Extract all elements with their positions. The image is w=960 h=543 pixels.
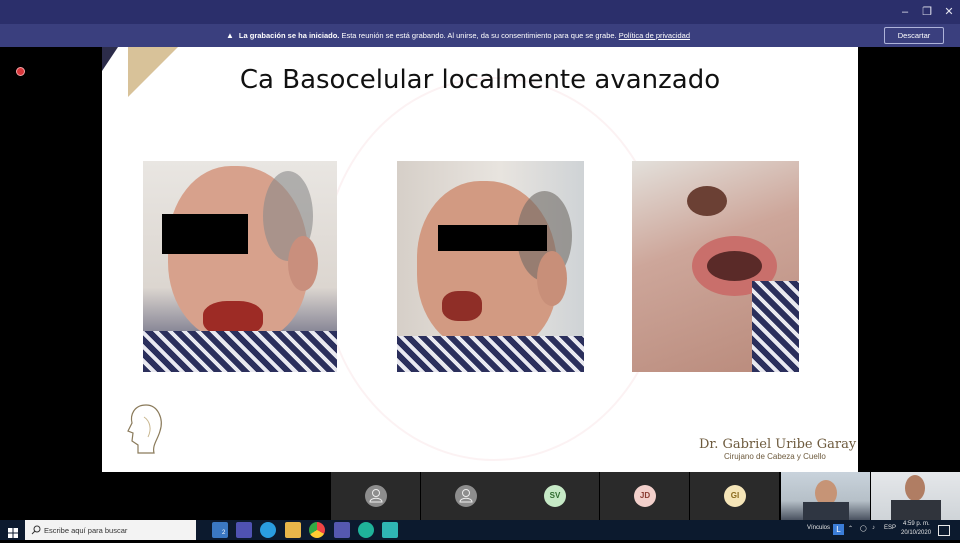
notifications-icon[interactable] <box>938 525 950 536</box>
teams-active-icon[interactable] <box>334 522 350 538</box>
participant-video[interactable] <box>781 472 870 520</box>
file-explorer-icon[interactable] <box>285 522 301 538</box>
windows-start-icon[interactable] <box>8 525 18 538</box>
l-app-icon[interactable]: L <box>833 524 844 535</box>
participant-tile[interactable]: SV <box>510 472 599 520</box>
mail-icon[interactable] <box>212 522 228 538</box>
app-icon-2[interactable] <box>382 522 398 538</box>
volume-icon[interactable]: ♪ <box>872 525 875 531</box>
slide-title: Ca Basocelular localmente avanzado <box>239 65 721 95</box>
person-icon <box>365 485 387 507</box>
censor-bar <box>162 214 248 254</box>
participant-tile[interactable] <box>421 472 510 520</box>
participant-avatar: SV <box>544 485 566 507</box>
signature-name: Dr. Gabriel Uribe Garay <box>699 437 857 452</box>
participant-video[interactable] <box>871 472 960 520</box>
close-icon[interactable]: ✕ <box>939 4 959 20</box>
chrome-icon[interactable] <box>309 522 325 538</box>
recording-indicator-icon <box>16 67 25 76</box>
participant-tile[interactable] <box>331 472 420 520</box>
teams-icon[interactable] <box>236 522 252 538</box>
search-placeholder: Escribe aquí para buscar <box>44 526 128 535</box>
presentation-slide: Ca Basocelular localmente avanzado Dr. G… <box>102 47 858 472</box>
privacy-policy-link[interactable]: Política de privacidad <box>619 31 690 40</box>
restore-icon[interactable]: ❐ <box>917 4 937 20</box>
participant-avatar: JD <box>634 485 656 507</box>
recording-started-text: La grabación se ha iniciado. <box>238 31 340 40</box>
head-profile-logo-icon <box>127 404 162 454</box>
app-icon[interactable] <box>358 522 374 538</box>
search-icon <box>31 525 41 535</box>
dismiss-button[interactable]: Descartar <box>884 27 944 44</box>
signature-subtitle: Cirujano de Cabeza y Cuello <box>724 452 826 461</box>
person-icon <box>455 485 477 507</box>
language-indicator[interactable]: ESP <box>884 525 896 531</box>
participant-avatar: GI <box>724 485 746 507</box>
clock-date[interactable]: 20/10/2020 <box>901 530 931 536</box>
recording-consent-text: Esta reunión se está grabando. Al unirse… <box>339 31 619 40</box>
patient-photo-left-profile <box>143 161 337 372</box>
participant-tile[interactable]: GI <box>690 472 779 520</box>
censor-bar <box>438 225 547 251</box>
links-label[interactable]: Vínculos <box>807 525 830 531</box>
minimize-icon[interactable]: – <box>895 4 915 20</box>
clock-time[interactable]: 4:59 p. m. <box>903 521 930 527</box>
patient-photo-right-profile <box>397 161 584 372</box>
title-bar: – ❐ ✕ <box>0 0 960 24</box>
warning-icon: ▲ <box>226 31 234 40</box>
participant-tile[interactable]: JD <box>600 472 689 520</box>
patient-photo-closeup <box>632 161 799 372</box>
mail-badge: 2 <box>222 530 226 536</box>
recording-banner: ▲ La grabación se ha iniciado. Esta reuni… <box>0 24 960 47</box>
tray-chevron-icon[interactable]: ⌃ <box>848 525 853 532</box>
taskbar-search-box[interactable]: Escribe aquí para buscar <box>25 520 196 540</box>
network-icon[interactable]: ◯ <box>860 525 867 532</box>
edge-icon[interactable] <box>260 522 276 538</box>
